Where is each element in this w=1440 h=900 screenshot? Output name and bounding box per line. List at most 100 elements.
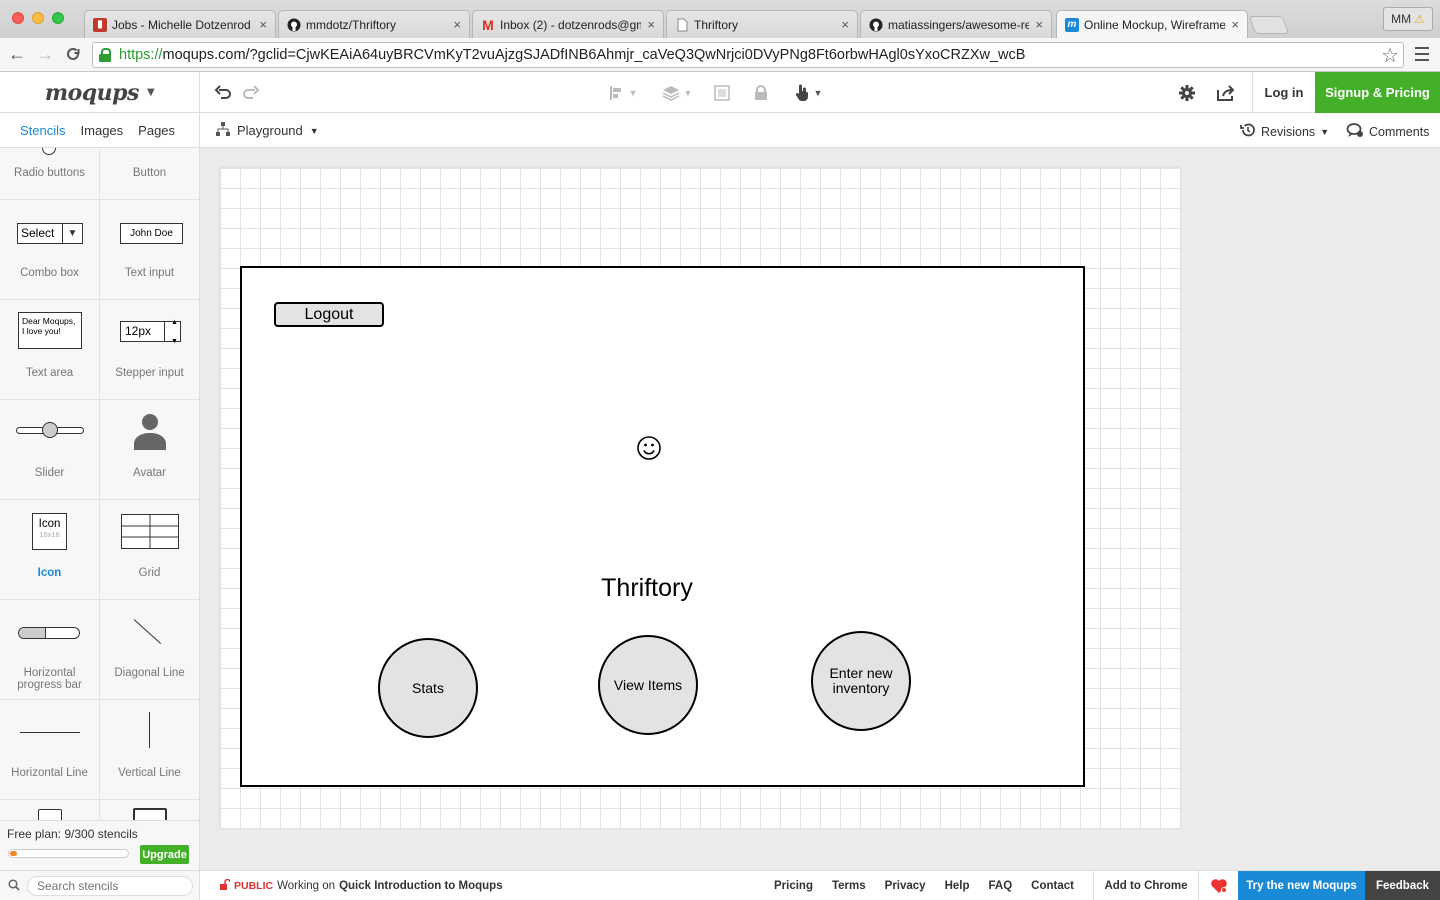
redo-icon[interactable] xyxy=(240,82,262,104)
close-tab-icon[interactable]: × xyxy=(647,17,655,32)
footer-links: Pricing Terms Privacy Help FAQ Contact xyxy=(774,871,1074,900)
icon-preview-size: 16x16 xyxy=(39,530,60,539)
gear-icon[interactable] xyxy=(1176,82,1198,104)
layers-icon[interactable]: ▼ xyxy=(660,82,694,104)
stencil-label: Slider xyxy=(34,467,65,479)
lock-icon[interactable] xyxy=(750,82,772,104)
browser-tab[interactable]: Thriftory × xyxy=(666,10,858,38)
upgrade-button[interactable]: Upgrade xyxy=(140,845,189,864)
url-field[interactable]: https://moqups.com/?gclid=CjwKEAiA64uyBR… xyxy=(92,42,1404,68)
page-selector[interactable]: Playground ▼ xyxy=(216,122,319,139)
mockup-title[interactable]: Thriftory xyxy=(572,574,722,603)
stats-button[interactable]: Stats xyxy=(378,638,478,738)
forward-arrow-icon[interactable]: → xyxy=(34,43,56,65)
tab-pages[interactable]: Pages xyxy=(138,123,175,138)
stencil-label: Button xyxy=(132,167,167,179)
stencil-avatar[interactable]: Avatar xyxy=(100,400,199,500)
stencil-horizontal-progress-bar[interactable]: Horizontal progress bar xyxy=(0,600,100,700)
footer-link-privacy[interactable]: Privacy xyxy=(885,880,926,892)
browser-menu-icon[interactable] xyxy=(1413,46,1431,62)
try-new-moqups-button[interactable]: Try the new Moqups xyxy=(1238,871,1365,900)
reload-icon[interactable] xyxy=(62,43,84,65)
close-tab-icon[interactable]: × xyxy=(1231,17,1239,32)
progress-bar-preview xyxy=(18,627,80,639)
comments-button[interactable]: Comments xyxy=(1346,122,1429,141)
stencil-text-input[interactable]: John Doe Text input xyxy=(100,200,199,300)
project-name[interactable]: Quick Introduction to Moqups xyxy=(339,880,503,892)
canvas-area[interactable]: Logout Thriftory Stats View Items Enter … xyxy=(200,148,1440,870)
footer-link-contact[interactable]: Contact xyxy=(1031,880,1074,892)
close-tab-icon[interactable]: × xyxy=(1035,17,1043,32)
smiley-icon[interactable] xyxy=(636,435,662,461)
triangle-down-icon: ▼ xyxy=(62,224,82,243)
stencil-icon[interactable]: Icon 16x16 Icon xyxy=(0,500,100,600)
stencil-slider[interactable]: Slider xyxy=(0,400,100,500)
tab-stencils[interactable]: Stencils xyxy=(20,123,66,138)
stencil-button[interactable]: Button xyxy=(100,148,199,200)
browser-tab[interactable]: ▮ Jobs - Michelle Dotzenrod × xyxy=(84,10,276,38)
stencil-horizontal-line[interactable]: Horizontal Line xyxy=(0,700,100,800)
window-minimize-button[interactable] xyxy=(32,12,44,24)
browser-tab-active[interactable]: m Online Mockup, Wireframe × xyxy=(1056,10,1248,38)
enter-inventory-button[interactable]: Enter new inventory xyxy=(811,631,911,731)
working-on-label: Working on xyxy=(277,880,336,892)
window-zoom-button[interactable] xyxy=(52,12,64,24)
footer-link-help[interactable]: Help xyxy=(945,880,970,892)
align-icon[interactable]: ▼ xyxy=(606,82,640,104)
stencil-label: Diagonal Line xyxy=(114,667,185,679)
close-tab-icon[interactable]: × xyxy=(841,17,849,32)
search-input[interactable] xyxy=(27,876,193,896)
canvas-page[interactable]: Logout Thriftory Stats View Items Enter … xyxy=(220,168,1180,828)
stencil-label: Text area xyxy=(25,367,74,379)
mockup-frame[interactable]: Logout Thriftory Stats View Items Enter … xyxy=(240,266,1085,787)
stencil-radio-buttons[interactable]: Radio buttons xyxy=(0,148,100,200)
login-button[interactable]: Log in xyxy=(1252,72,1315,113)
interaction-hand-icon[interactable]: ▼ xyxy=(790,82,826,104)
stencil-partial[interactable] xyxy=(100,800,199,820)
sub-header: Stencils Images Pages Playground ▼ Revis… xyxy=(0,113,1440,148)
stencil-vertical-line[interactable]: Vertical Line xyxy=(100,700,199,800)
history-icon xyxy=(1240,122,1256,141)
profile-button[interactable]: MM ⚠ xyxy=(1383,7,1433,31)
stencil-text-area[interactable]: Dear Moqups, I love you! Text area xyxy=(0,300,100,400)
back-arrow-icon[interactable]: ← xyxy=(6,43,28,65)
footer-link-pricing[interactable]: Pricing xyxy=(774,880,813,892)
feedback-button[interactable]: Feedback xyxy=(1365,871,1440,900)
chevron-down-icon: ▼ xyxy=(1320,126,1330,137)
undo-icon[interactable] xyxy=(212,82,234,104)
stencil-grid[interactable]: Grid xyxy=(100,500,199,600)
close-tab-icon[interactable]: × xyxy=(259,17,267,32)
revisions-button[interactable]: Revisions ▼ xyxy=(1240,122,1329,141)
stencil-combo-box[interactable]: Select ▼ Combo box xyxy=(0,200,100,300)
plan-usage-bar xyxy=(8,849,129,858)
signup-pricing-button[interactable]: Signup & Pricing xyxy=(1315,72,1440,113)
text-input-preview: John Doe xyxy=(120,223,183,244)
footer-link-faq[interactable]: FAQ xyxy=(989,880,1013,892)
window-close-button[interactable] xyxy=(12,12,24,24)
stencil-stepper-input[interactable]: 12px ▲ ▼ Stepper input xyxy=(100,300,199,400)
close-tab-icon[interactable]: × xyxy=(453,17,461,32)
browser-tab[interactable]: matiassingers/awesome-re × xyxy=(860,10,1052,38)
browser-tab[interactable]: M Inbox (2) - dotzenrods@gm × xyxy=(472,10,664,38)
heart-icon[interactable] xyxy=(1198,871,1238,900)
new-tab-button[interactable] xyxy=(1248,16,1290,34)
browser-tab[interactable]: mmdotz/Thriftory × xyxy=(278,10,470,38)
moqups-logo[interactable]: moqups ▼ xyxy=(0,72,200,113)
stencil-diagonal-line[interactable]: Diagonal Line xyxy=(100,600,199,700)
add-to-chrome-link[interactable]: Add to Chrome xyxy=(1093,871,1198,900)
stencil-label: Grid xyxy=(138,567,161,579)
view-items-button[interactable]: View Items xyxy=(598,635,698,735)
footer: PUBLIC Working on Quick Introduction to … xyxy=(200,870,1440,900)
search-icon xyxy=(8,879,20,891)
footer-link-terms[interactable]: Terms xyxy=(832,880,866,892)
stencil-partial[interactable] xyxy=(0,800,100,820)
group-icon[interactable] xyxy=(711,82,733,104)
avatar-icon xyxy=(132,412,168,450)
bookmark-star-icon[interactable]: ☆ xyxy=(1381,43,1399,68)
tab-images[interactable]: Images xyxy=(81,123,124,138)
slider-thumb xyxy=(42,422,58,438)
logout-button[interactable]: Logout xyxy=(274,302,384,327)
share-icon[interactable] xyxy=(1214,82,1238,104)
comments-label: Comments xyxy=(1369,124,1430,139)
github-icon xyxy=(287,18,301,32)
